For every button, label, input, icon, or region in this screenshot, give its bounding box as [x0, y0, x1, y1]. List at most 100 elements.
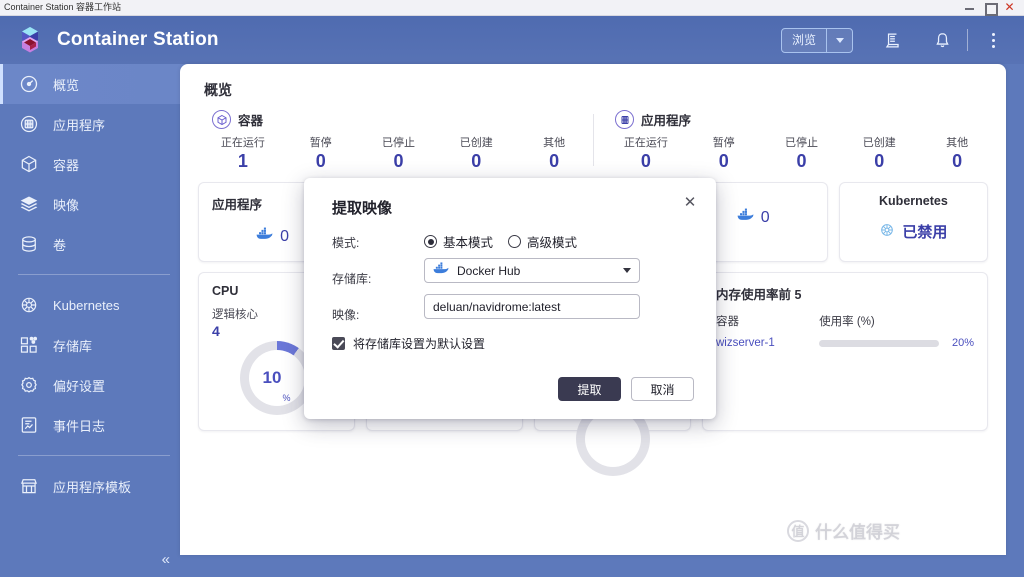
kubernetes-helm-icon: [18, 294, 40, 316]
log-icon[interactable]: [875, 23, 909, 57]
sidebar-item-app-template[interactable]: 应用程序模板: [0, 466, 186, 506]
stat-item: 暂停 0: [282, 134, 360, 172]
stat-label: 其他: [946, 137, 969, 149]
sidebar-label-repository: 存储库: [53, 338, 93, 354]
stat-label: 已停止: [381, 137, 415, 149]
radio-advanced-indicator: [508, 235, 522, 248]
stat-item: 已创建 0: [437, 134, 515, 172]
sidebar-item-containers[interactable]: 容器: [0, 144, 186, 184]
sidebar-item-kubernetes[interactable]: Kubernetes: [0, 285, 186, 325]
memory-top5-progress-bar: [819, 339, 939, 347]
summary-applications-header: 应用程序: [615, 110, 996, 129]
summary-applications-title: 应用程序: [641, 114, 692, 128]
pull-button[interactable]: 提取: [558, 377, 621, 401]
default-registry-checkbox[interactable]: 将存储库设置为默认设置: [332, 335, 485, 352]
dialog-button-row: 提取 取消: [558, 377, 694, 401]
sidebar-label-volumes: 卷: [53, 237, 67, 253]
stat-item: 正在运行 0: [607, 134, 685, 172]
stat-label: 已创建: [459, 137, 493, 149]
memory-top5-container-name[interactable]: wizserver-1: [716, 337, 819, 349]
summary-applications-stats: 正在运行 0 暂停 0 已停止 0 已创建 0 其他 0: [607, 134, 996, 172]
stat-value: 0: [952, 151, 963, 171]
radio-advanced-label: 高级模式: [527, 236, 578, 250]
sidebar-item-overview[interactable]: 概览: [0, 64, 186, 104]
minimize-icon[interactable]: [964, 2, 975, 13]
image-label-wrap: 映像:: [332, 306, 359, 323]
app-template-icon: [18, 475, 40, 497]
applications-icon: [615, 110, 634, 129]
sidebar-item-event-log[interactable]: 事件日志: [0, 405, 186, 445]
cancel-button[interactable]: 取消: [631, 377, 694, 401]
sidebar-item-preferences[interactable]: 偏好设置: [0, 365, 186, 405]
bell-icon[interactable]: [925, 23, 959, 57]
stat-label: 正在运行: [623, 137, 668, 149]
sidebar-label-containers: 容器: [53, 157, 80, 173]
summary-containers-stats: 正在运行 1 暂停 0 已停止 0 已创建 0 其他 0: [204, 134, 593, 172]
summary-strip: 容器 正在运行 1 暂停 0 已停止 0 已创建 0 其他 0 应用程序 正在运…: [180, 110, 1006, 172]
card-kubernetes-status: 已禁用: [902, 224, 948, 241]
sidebar-collapse-button[interactable]: «: [162, 552, 170, 567]
summary-containers-title: 容器: [238, 114, 264, 128]
sidebar-label-preferences: 偏好设置: [53, 378, 106, 394]
summary-containers: 容器 正在运行 1 暂停 0 已停止 0 已创建 0 其他 0: [190, 110, 593, 172]
cpu-usage-value: 10: [262, 368, 282, 387]
app-header: Container Station 浏览: [0, 16, 1024, 64]
stat-value: 0: [315, 151, 326, 171]
stat-item: 已停止 0: [763, 134, 841, 172]
sidebar-label-event-log: 事件日志: [53, 418, 106, 434]
window-controls: ✕: [964, 1, 1020, 16]
event-log-icon: [18, 414, 40, 436]
sidebar-label-app-template: 应用程序模板: [53, 479, 132, 495]
repository-icon: [18, 334, 40, 356]
sidebar-item-volumes[interactable]: 卷: [0, 224, 186, 264]
default-registry-checkbox-label: 将存储库设置为默认设置: [353, 337, 486, 351]
stat-item: 已停止 0: [360, 134, 438, 172]
card-kubernetes[interactable]: Kubernetes 已禁用: [838, 182, 989, 262]
memory-top5-bar-wrap: 20%: [819, 337, 974, 349]
close-icon[interactable]: ✕: [1004, 1, 1015, 13]
container-cube-icon: [212, 110, 231, 129]
sidebar-label-applications: 应用程序: [53, 117, 106, 133]
registry-select[interactable]: Docker Hub: [424, 258, 640, 283]
sidebar-divider-1: [18, 274, 170, 275]
registry-select-wrap: Docker Hub: [424, 258, 640, 283]
sidebar-item-repository[interactable]: 存储库: [0, 325, 186, 365]
mode-label: 模式:: [332, 236, 360, 250]
stat-item: 暂停 0: [685, 134, 763, 172]
cpu-donut-center: 10 %: [248, 350, 305, 406]
sidebar-label-kubernetes: Kubernetes: [53, 297, 120, 313]
window-title: Container Station 容器工作站: [4, 2, 122, 12]
stat-label: 已创建: [862, 137, 896, 149]
browse-dropdown-toggle[interactable]: [826, 28, 852, 52]
stat-label: 暂停: [712, 137, 735, 149]
kebab-menu-icon[interactable]: [976, 23, 1010, 57]
stat-value: 0: [718, 151, 729, 171]
kubernetes-helm-icon: [879, 222, 895, 242]
chevron-down-icon: [835, 37, 844, 43]
stat-item: 其他 0: [515, 134, 593, 172]
cpu-usage-unit: %: [282, 393, 291, 403]
close-icon[interactable]: ✕: [680, 192, 700, 212]
radio-advanced-mode[interactable]: 高级模式: [508, 232, 577, 251]
memory-top5-col-container: 容器: [716, 316, 739, 328]
container-cube-icon: [18, 153, 40, 175]
memory-top5-col-usage: 使用率 (%): [819, 316, 875, 328]
maximize-icon[interactable]: [984, 2, 998, 16]
stat-value: 0: [471, 151, 482, 171]
card-memory-top5[interactable]: 内存使用率前 5 容器 使用率 (%) wizserver-1 20%: [702, 272, 988, 431]
mode-label-wrap: 模式:: [332, 234, 359, 251]
pull-image-dialog: 提取映像 ✕ 模式: 基本模式 高级模式 存储库: Docker Hub 映像:…: [304, 178, 716, 419]
stat-item: 正在运行 1: [204, 134, 282, 172]
sidebar-item-images[interactable]: 映像: [0, 184, 186, 224]
sidebar-label-overview: 概览: [53, 77, 80, 93]
header-divider: [967, 29, 968, 51]
sidebar-item-applications[interactable]: 应用程序: [0, 104, 186, 144]
browse-button[interactable]: 浏览: [780, 27, 853, 53]
volume-database-icon: [18, 233, 40, 255]
registry-label-wrap: 存储库:: [332, 270, 371, 287]
stat-value: 0: [393, 151, 404, 171]
image-name-input[interactable]: deluan/navidrome:latest: [424, 294, 640, 319]
radio-basic-mode[interactable]: 基本模式: [424, 232, 493, 251]
os-title-bar: Container Station 容器工作站 ✕: [0, 0, 1024, 16]
checkbox-indicator: [332, 337, 345, 350]
